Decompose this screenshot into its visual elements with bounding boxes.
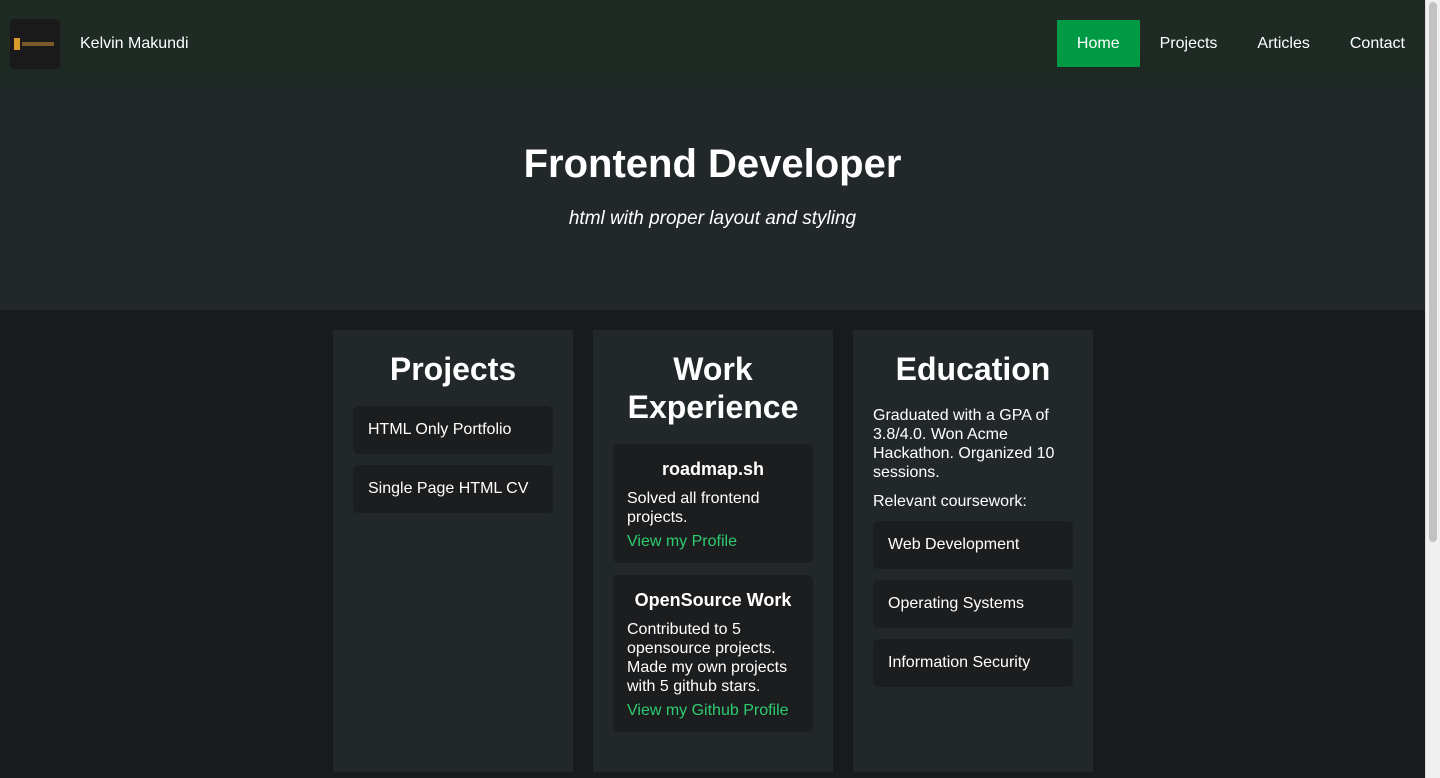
coursework-label: Relevant coursework: <box>873 493 1027 510</box>
nav-projects[interactable]: Projects <box>1140 20 1238 67</box>
work-card-opensource: OpenSource Work Contributed to 5 opensou… <box>613 575 813 732</box>
work-card-title: roadmap.sh <box>661 459 765 479</box>
project-item-html-portfolio[interactable]: HTML Only Portfolio <box>353 406 553 454</box>
course-item-information-security[interactable]: Information Security <box>873 639 1073 687</box>
work-card-title: OpenSource Work <box>634 590 792 610</box>
work-experience-heading: Work Experience <box>627 351 799 425</box>
view-github-profile-link[interactable]: View my Github Profile <box>627 701 799 720</box>
nav-contact[interactable]: Contact <box>1330 20 1425 67</box>
education-heading: Education <box>895 351 1051 387</box>
work-card-text: Solved all frontend projects. <box>627 490 760 526</box>
projects-heading: Projects <box>389 351 517 387</box>
main-nav: Home Projects Articles Contact <box>1056 20 1425 67</box>
scrollbar-thumb[interactable] <box>1429 2 1437 542</box>
hero-section: Frontend Developer html with proper layo… <box>0 87 1425 310</box>
nav-articles[interactable]: Articles <box>1237 20 1329 67</box>
course-item-operating-systems[interactable]: Operating Systems <box>873 580 1073 628</box>
page: Kelvin Makundi Home Projects Articles Co… <box>0 0 1440 778</box>
nav-home[interactable]: Home <box>1056 20 1140 67</box>
portfolio-logo-icon[interactable] <box>10 19 60 69</box>
hero-title: Frontend Developer <box>523 142 902 186</box>
work-card-roadmap: roadmap.sh Solved all frontend projects.… <box>613 444 813 563</box>
view-profile-link[interactable]: View my Profile <box>627 532 799 551</box>
hero-subtitle: html with proper layout and styling <box>568 208 857 229</box>
vertical-scrollbar[interactable] <box>1425 0 1440 778</box>
site-header: Kelvin Makundi Home Projects Articles Co… <box>0 0 1425 87</box>
education-column: Education Graduated with a GPA of 3.8/4.… <box>853 330 1093 772</box>
projects-column: Projects HTML Only Portfolio Single Page… <box>333 330 573 772</box>
project-item-html-cv[interactable]: Single Page HTML CV <box>353 465 553 513</box>
brand-name[interactable]: Kelvin Makundi <box>80 34 189 54</box>
work-card-text: Contributed to 5 opensource projects. Ma… <box>627 621 788 695</box>
work-experience-column: Work Experience roadmap.sh Solved all fr… <box>593 330 833 772</box>
education-summary: Graduated with a GPA of 3.8/4.0. Won Acm… <box>873 407 1055 481</box>
course-item-web-development[interactable]: Web Development <box>873 521 1073 569</box>
